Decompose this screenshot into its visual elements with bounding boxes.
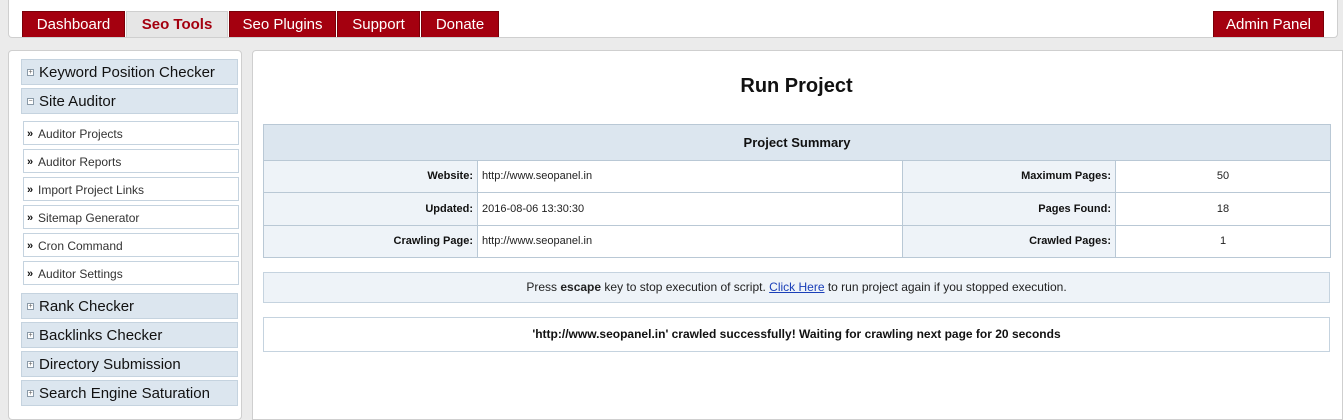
expand-icon: + [27, 361, 34, 368]
sidebar-subitem-label: Sitemap Generator [38, 211, 140, 225]
tab-seo-plugins[interactable]: Seo Plugins [229, 11, 336, 37]
tab-support[interactable]: Support [337, 11, 420, 37]
expand-icon: + [27, 332, 34, 339]
sidebar-item-keyword-position-checker[interactable]: + Keyword Position Checker [21, 59, 238, 85]
notice-key: escape [560, 280, 602, 294]
sidebar-item-site-auditor[interactable]: − Site Auditor [21, 88, 238, 114]
sidebar-subitem-auditor-projects[interactable]: » Auditor Projects [23, 121, 239, 145]
tab-donate[interactable]: Donate [421, 11, 499, 37]
double-chevron-right-icon: » [27, 128, 34, 140]
crawling-page-value: http://www.seopanel.in [477, 224, 903, 258]
sidebar-item-label: Directory Submission [39, 356, 181, 373]
sidebar-item-search-engine-saturation[interactable]: + Search Engine Saturation [21, 380, 238, 406]
admin-panel-button[interactable]: Admin Panel [1213, 11, 1324, 37]
notice-suffix: to run project again if you stopped exec… [824, 280, 1067, 294]
table-row: Crawling Page: http://www.seopanel.in Cr… [263, 224, 1331, 258]
crawled-pages-value: 1 [1115, 224, 1331, 258]
pages-found-label: Pages Found: [902, 192, 1116, 226]
sidebar-subitem-auditor-reports[interactable]: » Auditor Reports [23, 149, 239, 173]
crawling-page-label: Crawling Page: [263, 224, 478, 258]
sidebar-subitem-auditor-settings[interactable]: » Auditor Settings [23, 261, 239, 285]
sidebar-subitem-label: Auditor Reports [38, 155, 122, 169]
double-chevron-right-icon: » [27, 268, 34, 280]
sidebar-subitem-import-project-links[interactable]: » Import Project Links [23, 177, 239, 201]
sidebar-subitem-label: Import Project Links [38, 183, 145, 197]
sidebar-subitem-label: Auditor Settings [38, 267, 123, 281]
main-content: Run Project Project Summary Website: htt… [252, 50, 1343, 420]
project-summary-heading: Project Summary [263, 124, 1331, 161]
click-here-link[interactable]: Click Here [769, 280, 824, 294]
sidebar-item-label: Site Auditor [39, 93, 116, 110]
sidebar-subitem-label: Auditor Projects [38, 127, 123, 141]
expand-icon: + [27, 69, 34, 76]
expand-icon: + [27, 390, 34, 397]
crawled-pages-label: Crawled Pages: [902, 224, 1116, 258]
collapse-icon: − [27, 98, 34, 105]
double-chevron-right-icon: » [27, 240, 34, 252]
sidebar-item-label: Keyword Position Checker [39, 64, 215, 81]
table-row: Website: http://www.seopanel.in Maximum … [263, 159, 1331, 194]
notice-middle: key to stop execution of script. [601, 280, 770, 294]
website-value: http://www.seopanel.in [477, 159, 903, 194]
top-navigation: Dashboard Seo Tools Seo Plugins Support … [8, 0, 1338, 38]
sidebar-item-label: Search Engine Saturation [39, 385, 210, 402]
sidebar-item-label: Backlinks Checker [39, 327, 163, 344]
escape-notice: Press escape key to stop execution of sc… [263, 272, 1330, 303]
double-chevron-right-icon: » [27, 212, 34, 224]
sidebar-item-rank-checker[interactable]: + Rank Checker [21, 293, 238, 319]
updated-label: Updated: [263, 192, 478, 226]
website-label: Website: [263, 159, 478, 194]
sidebar-item-directory-submission[interactable]: + Directory Submission [21, 351, 238, 377]
maximum-pages-label: Maximum Pages: [902, 159, 1116, 194]
sidebar-subitem-cron-command[interactable]: » Cron Command [23, 233, 239, 257]
double-chevron-right-icon: » [27, 156, 34, 168]
sidebar-subitem-sitemap-generator[interactable]: » Sitemap Generator [23, 205, 239, 229]
updated-value: 2016-08-06 13:30:30 [477, 192, 903, 226]
project-summary-table: Project Summary Website: http://www.seop… [263, 124, 1331, 258]
pages-found-value: 18 [1115, 192, 1331, 226]
expand-icon: + [27, 303, 34, 310]
table-row: Updated: 2016-08-06 13:30:30 Pages Found… [263, 192, 1331, 226]
sidebar: + Keyword Position Checker − Site Audito… [8, 50, 242, 420]
sidebar-item-label: Rank Checker [39, 298, 135, 315]
crawl-status-message: 'http://www.seopanel.in' crawled success… [263, 317, 1330, 352]
notice-prefix: Press [526, 280, 561, 294]
double-chevron-right-icon: » [27, 184, 34, 196]
sidebar-item-backlinks-checker[interactable]: + Backlinks Checker [21, 322, 238, 348]
tab-dashboard[interactable]: Dashboard [22, 11, 125, 37]
tab-seo-tools[interactable]: Seo Tools [126, 11, 228, 37]
sidebar-subitem-label: Cron Command [38, 239, 123, 253]
maximum-pages-value: 50 [1115, 159, 1331, 194]
page-title: Run Project [740, 75, 853, 97]
